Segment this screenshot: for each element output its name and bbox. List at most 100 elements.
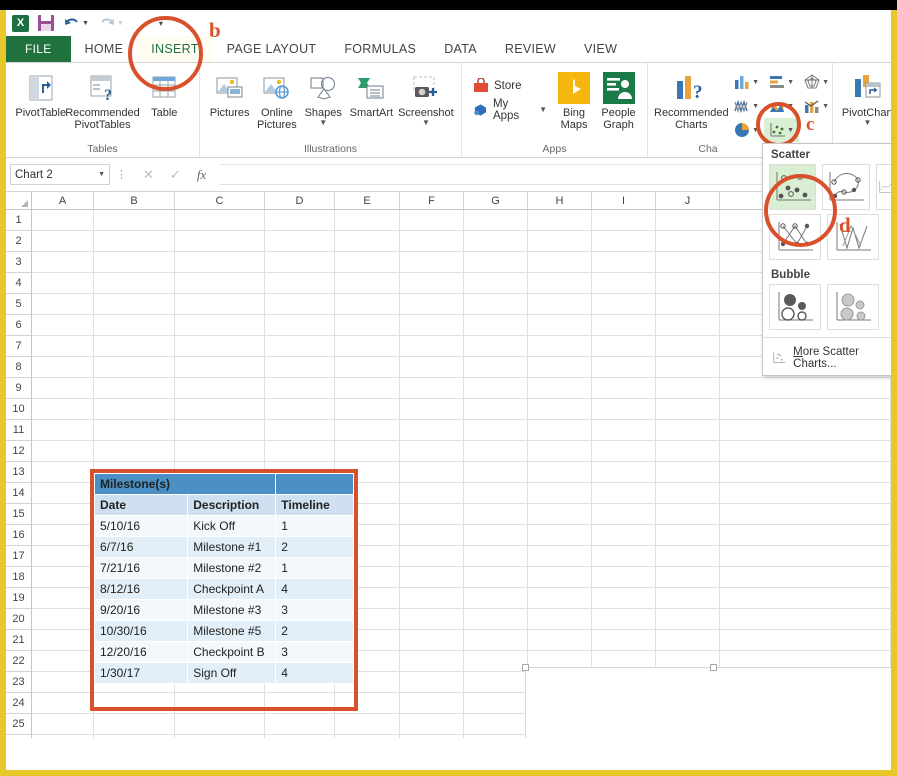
save-icon[interactable] <box>38 15 54 31</box>
shapes-caret-icon[interactable]: ▼ <box>319 119 327 127</box>
column-header-H[interactable]: H <box>528 192 592 209</box>
cell-I16[interactable] <box>592 525 656 546</box>
column-header-A[interactable]: A <box>32 192 94 209</box>
cell-E4[interactable] <box>335 273 400 294</box>
cell-A20[interactable] <box>32 609 94 630</box>
cell-H12[interactable] <box>528 441 592 462</box>
cell-G18[interactable] <box>464 567 528 588</box>
undo-icon[interactable]: ▼ <box>63 16 89 31</box>
row-header-25[interactable]: 25 <box>6 714 31 735</box>
cell-H4[interactable] <box>528 273 592 294</box>
cell-filler[interactable] <box>720 483 891 504</box>
cell-F17[interactable] <box>400 546 464 567</box>
cell-I10[interactable] <box>592 399 656 420</box>
cell-F5[interactable] <box>400 294 464 315</box>
cell-D5[interactable] <box>265 294 335 315</box>
cell-A2[interactable] <box>32 231 94 252</box>
row-header-11[interactable]: 11 <box>6 420 31 441</box>
pivotchart-button[interactable]: PivotChart ▼ <box>839 68 891 127</box>
redo-caret-icon[interactable]: ▼ <box>117 20 124 27</box>
cell-G10[interactable] <box>464 399 528 420</box>
cell-filler[interactable] <box>720 420 891 441</box>
cell-B25[interactable] <box>94 714 175 735</box>
cell-A4[interactable] <box>32 273 94 294</box>
cell-D11[interactable] <box>265 420 335 441</box>
column-header-C[interactable]: C <box>175 192 265 209</box>
cell-A26[interactable] <box>32 735 94 738</box>
row-header-8[interactable]: 8 <box>6 357 31 378</box>
cell-F25[interactable] <box>400 714 464 735</box>
cell-C4[interactable] <box>175 273 265 294</box>
cell-A24[interactable] <box>32 693 94 714</box>
cell-H20[interactable] <box>528 609 592 630</box>
cell-J10[interactable] <box>656 399 720 420</box>
cell-J21[interactable] <box>656 630 720 651</box>
table-row[interactable]: 6/7/16 Milestone #1 2 <box>93 536 354 558</box>
cell-B8[interactable] <box>94 357 175 378</box>
cell-G26[interactable] <box>464 735 528 738</box>
smartart-button[interactable]: SmartArt <box>346 68 397 119</box>
column-header-I[interactable]: I <box>592 192 656 209</box>
row-header-5[interactable]: 5 <box>6 294 31 315</box>
cell-B10[interactable] <box>94 399 175 420</box>
cell-A18[interactable] <box>32 567 94 588</box>
cell-C9[interactable] <box>175 378 265 399</box>
cell-filler[interactable] <box>720 588 891 609</box>
row-header-10[interactable]: 10 <box>6 399 31 420</box>
cell-I18[interactable] <box>592 567 656 588</box>
column-header-E[interactable]: E <box>335 192 400 209</box>
cell-A5[interactable] <box>32 294 94 315</box>
tab-file[interactable]: FILE <box>6 36 71 62</box>
cell-J17[interactable] <box>656 546 720 567</box>
cell-J1[interactable] <box>656 210 720 231</box>
cell-filler[interactable] <box>720 609 891 630</box>
cell-A15[interactable] <box>32 504 94 525</box>
cell-F21[interactable] <box>400 630 464 651</box>
row-header-6[interactable]: 6 <box>6 315 31 336</box>
cell-D9[interactable] <box>265 378 335 399</box>
cell-G17[interactable] <box>464 546 528 567</box>
cell-B7[interactable] <box>94 336 175 357</box>
cell-C11[interactable] <box>175 420 265 441</box>
table-row[interactable]: 9/20/16 Milestone #3 3 <box>93 599 354 621</box>
cell-F26[interactable] <box>400 735 464 738</box>
cell-E12[interactable] <box>335 441 400 462</box>
cell-J5[interactable] <box>656 294 720 315</box>
row-header-12[interactable]: 12 <box>6 441 31 462</box>
cell-D12[interactable] <box>265 441 335 462</box>
bubble-tile[interactable] <box>769 284 821 330</box>
online-pictures-button[interactable]: Online Pictures <box>253 68 300 131</box>
row-header-13[interactable]: 13 <box>6 462 31 483</box>
tab-review[interactable]: REVIEW <box>491 36 570 62</box>
cell-J15[interactable] <box>656 504 720 525</box>
row-header-18[interactable]: 18 <box>6 567 31 588</box>
row-header-4[interactable]: 4 <box>6 273 31 294</box>
cell-F12[interactable] <box>400 441 464 462</box>
cell-I4[interactable] <box>592 273 656 294</box>
cell-H21[interactable] <box>528 630 592 651</box>
cell-H8[interactable] <box>528 357 592 378</box>
cell-filler[interactable] <box>720 546 891 567</box>
cell-B6[interactable] <box>94 315 175 336</box>
cell-I17[interactable] <box>592 546 656 567</box>
cell-H19[interactable] <box>528 588 592 609</box>
cell-filler[interactable] <box>720 399 891 420</box>
cell-H2[interactable] <box>528 231 592 252</box>
cell-filler[interactable] <box>720 567 891 588</box>
row-header-21[interactable]: 21 <box>6 630 31 651</box>
cell-J11[interactable] <box>656 420 720 441</box>
cell-A22[interactable] <box>32 651 94 672</box>
cell-I6[interactable] <box>592 315 656 336</box>
cell-filler[interactable] <box>720 462 891 483</box>
cell-G7[interactable] <box>464 336 528 357</box>
cell-C3[interactable] <box>175 252 265 273</box>
cell-J13[interactable] <box>656 462 720 483</box>
pictures-button[interactable]: Pictures <box>206 68 253 119</box>
cell-D4[interactable] <box>265 273 335 294</box>
table-row[interactable]: 12/20/16 Checkpoint B3 <box>93 641 354 663</box>
cell-H18[interactable] <box>528 567 592 588</box>
cell-G25[interactable] <box>464 714 528 735</box>
recommended-pivottables-button[interactable]: ? Recommended PivotTables <box>65 68 140 131</box>
my-apps-caret-icon[interactable]: ▼ <box>539 106 547 114</box>
cell-A25[interactable] <box>32 714 94 735</box>
